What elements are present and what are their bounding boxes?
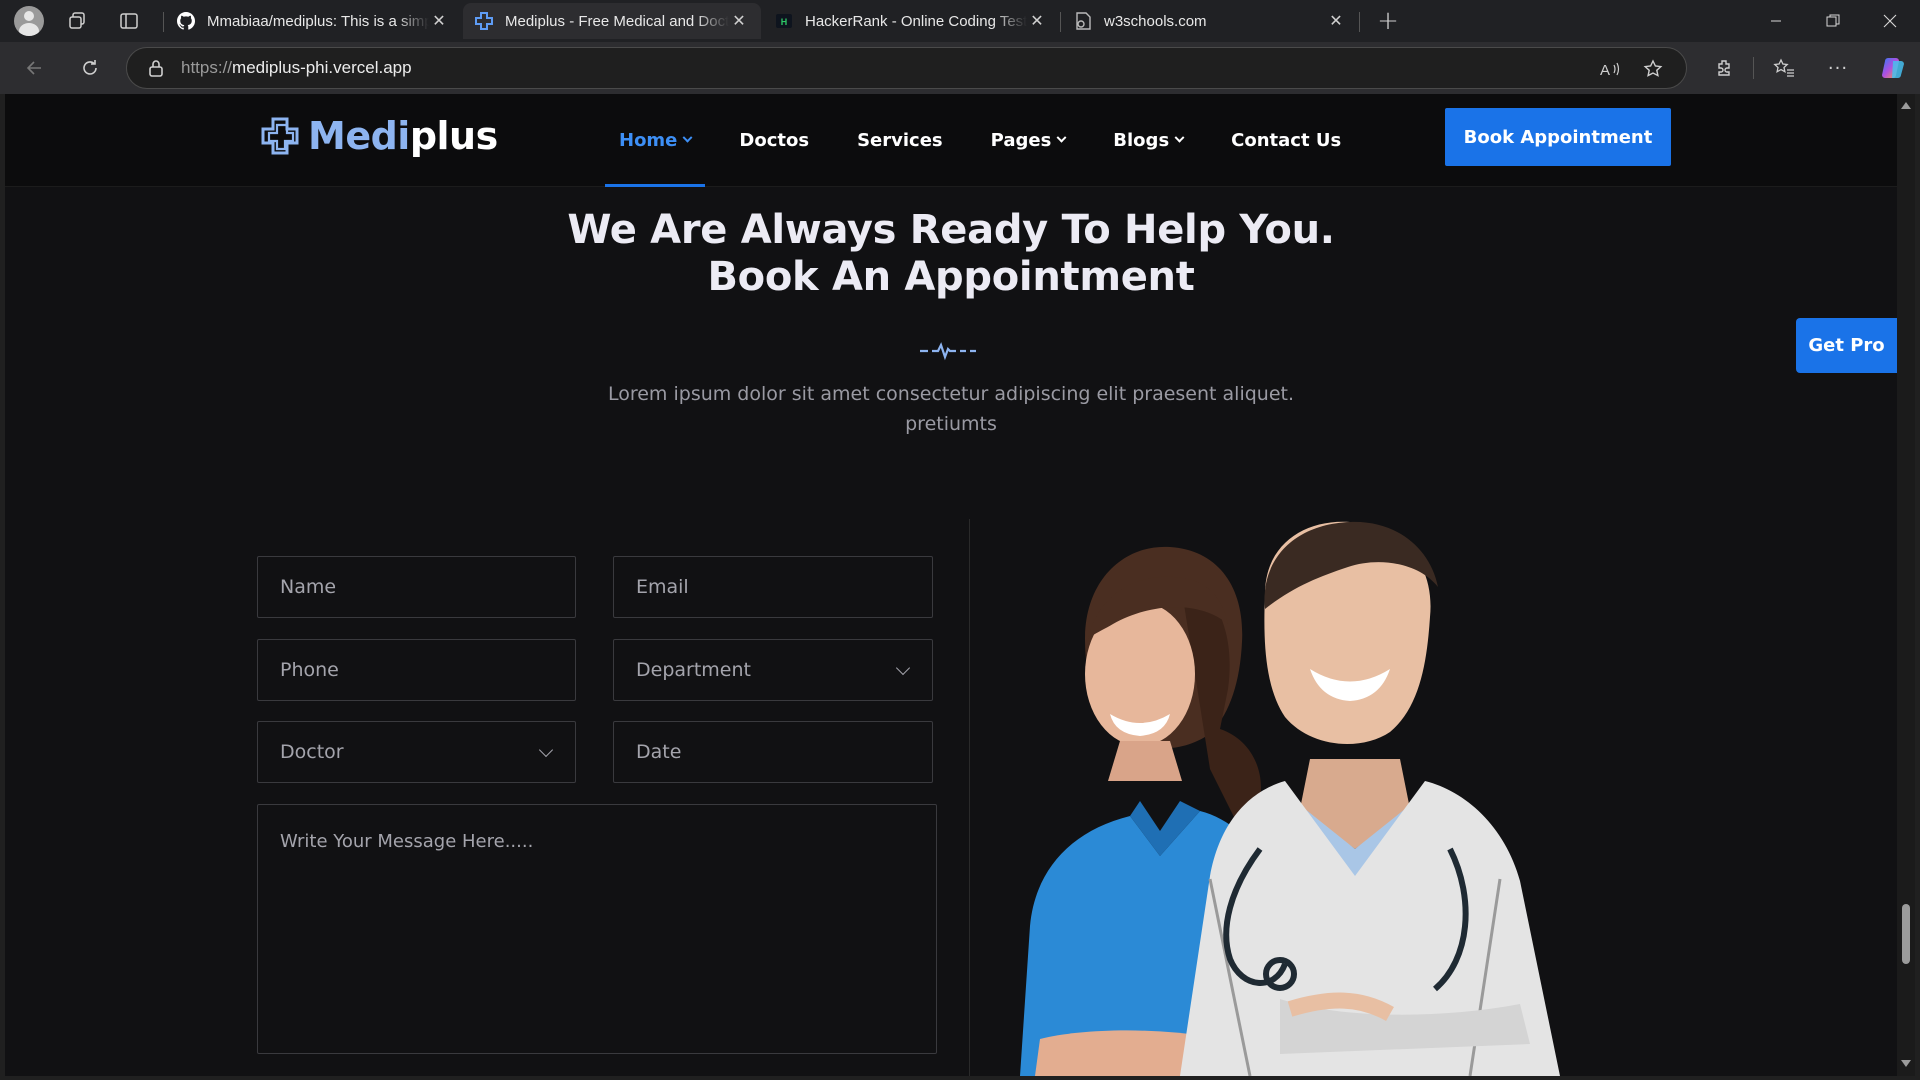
column-divider bbox=[969, 519, 970, 1076]
heartbeat-divider-icon bbox=[920, 342, 976, 361]
doctors-image bbox=[1020, 521, 1560, 1076]
w3schools-icon bbox=[1074, 12, 1092, 30]
scroll-down-arrow-icon[interactable] bbox=[1901, 1060, 1911, 1067]
section-title-line2: Book An Appointment bbox=[707, 254, 1195, 300]
favorites-icon[interactable] bbox=[1766, 50, 1802, 86]
tab-mediplus[interactable]: Mediplus - Free Medical and Doctor ✕ bbox=[463, 3, 761, 39]
chevron-down-icon bbox=[895, 660, 911, 676]
close-tab-icon[interactable]: ✕ bbox=[1326, 11, 1346, 31]
tab-actions-icon[interactable] bbox=[108, 0, 150, 42]
github-icon bbox=[177, 12, 195, 30]
doctor-select[interactable]: Doctor bbox=[257, 721, 576, 783]
chevron-down-icon bbox=[1174, 132, 1185, 143]
more-options-icon[interactable]: ··· bbox=[1820, 50, 1856, 86]
site-logo[interactable]: Mediplus bbox=[260, 114, 498, 158]
chevron-down-icon bbox=[682, 132, 693, 143]
svg-text:A: A bbox=[1600, 62, 1610, 78]
browser-navigation-bar: https://mediplus-phi.vercel.app A ··· bbox=[0, 42, 1920, 94]
phone-input[interactable]: Phone bbox=[257, 639, 576, 701]
close-tab-icon[interactable]: ✕ bbox=[429, 11, 449, 31]
workspaces-icon[interactable] bbox=[56, 0, 98, 42]
read-aloud-icon[interactable]: A bbox=[1597, 56, 1623, 82]
email-input[interactable]: Email bbox=[613, 556, 933, 618]
hackerrank-icon: H bbox=[775, 12, 793, 30]
name-input[interactable]: Name bbox=[257, 556, 576, 618]
tab-title: HackerRank - Online Coding Tests bbox=[805, 12, 1027, 30]
back-button[interactable] bbox=[16, 50, 52, 86]
close-tab-icon[interactable]: ✕ bbox=[729, 11, 749, 31]
reload-button[interactable] bbox=[72, 50, 108, 86]
tab-hackerrank[interactable]: H HackerRank - Online Coding Tests ✕ bbox=[763, 3, 1059, 39]
minimize-button[interactable] bbox=[1748, 0, 1804, 42]
menu-item-blogs[interactable]: Blogs bbox=[1113, 94, 1185, 187]
address-bar[interactable]: https://mediplus-phi.vercel.app A bbox=[126, 47, 1687, 89]
menu-item-home[interactable]: Home bbox=[604, 94, 706, 187]
section-title-line1: We Are Always Ready To Help You. bbox=[567, 207, 1335, 253]
url-text: https://mediplus-phi.vercel.app bbox=[181, 58, 412, 77]
page-scrollbar[interactable] bbox=[1897, 94, 1915, 1076]
logo-text: Mediplus bbox=[308, 114, 498, 158]
logo-cross-icon bbox=[261, 117, 299, 155]
new-tab-button[interactable]: + bbox=[1370, 3, 1406, 39]
menu-item-contact[interactable]: Contact Us bbox=[1231, 94, 1341, 187]
scroll-up-arrow-icon[interactable] bbox=[1901, 102, 1911, 109]
close-window-button[interactable] bbox=[1862, 0, 1918, 42]
message-textarea[interactable]: Write Your Message Here..... bbox=[257, 804, 937, 1054]
lock-icon[interactable] bbox=[147, 59, 165, 77]
site-header: Mediplus Home Doctos Services Pages Blog… bbox=[5, 94, 1897, 187]
menu-item-doctors[interactable]: Doctos bbox=[739, 94, 809, 187]
close-tab-icon[interactable]: ✕ bbox=[1027, 11, 1047, 31]
chevron-down-icon bbox=[1056, 132, 1067, 143]
tab-title: Mmabiaa/mediplus: This is a simple bbox=[207, 12, 429, 30]
book-appointment-button[interactable]: Book Appointment bbox=[1445, 108, 1671, 166]
tab-title: Mediplus - Free Medical and Doctor bbox=[505, 12, 729, 30]
menu-item-pages[interactable]: Pages bbox=[991, 94, 1067, 187]
get-pro-button[interactable]: Get Pro bbox=[1796, 318, 1897, 373]
mediplus-icon bbox=[475, 12, 493, 30]
copilot-icon[interactable] bbox=[1875, 50, 1911, 86]
restore-button[interactable] bbox=[1805, 0, 1861, 42]
menu-item-services[interactable]: Services bbox=[857, 94, 943, 187]
main-menu: Home Doctos Services Pages Blogs Contact… bbox=[604, 94, 1389, 187]
scrollbar-thumb[interactable] bbox=[1902, 904, 1910, 964]
profile-avatar[interactable] bbox=[8, 0, 50, 42]
svg-text:H: H bbox=[781, 17, 788, 27]
tab-github[interactable]: Mmabiaa/mediplus: This is a simple ✕ bbox=[165, 3, 461, 39]
tab-w3schools[interactable]: w3schools.com ✕ bbox=[1062, 3, 1358, 39]
tab-title: w3schools.com bbox=[1104, 12, 1207, 30]
favorite-star-icon[interactable] bbox=[1640, 56, 1666, 82]
extensions-icon[interactable] bbox=[1706, 50, 1742, 86]
chevron-down-icon bbox=[538, 742, 554, 758]
browser-title-bar: Mmabiaa/mediplus: This is a simple ✕ Med… bbox=[0, 0, 1920, 42]
department-select[interactable]: Department bbox=[613, 639, 933, 701]
date-input[interactable]: Date bbox=[613, 721, 933, 783]
section-description: Lorem ipsum dolor sit amet consectetur a… bbox=[607, 383, 1295, 435]
page-viewport: Mediplus Home Doctos Services Pages Blog… bbox=[5, 94, 1897, 1076]
